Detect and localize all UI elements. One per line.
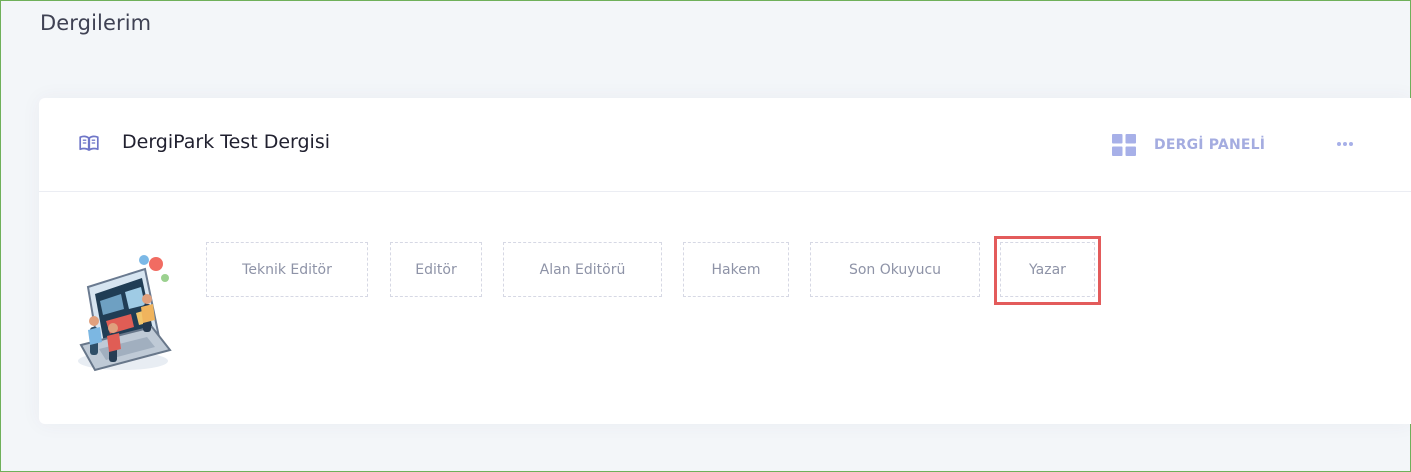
journal-panel-label: DERGİ PANELİ	[1154, 137, 1266, 153]
page-title: Dergilerim	[40, 11, 152, 35]
more-options-button[interactable]	[1325, 128, 1365, 160]
role-reviewer[interactable]: Hakem	[683, 242, 789, 297]
role-author[interactable]: Yazar	[1000, 242, 1095, 297]
journal-card: DergiPark Test Dergisi DERGİ PANELİ Tekn…	[39, 98, 1411, 424]
role-field-editor[interactable]: Alan Editörü	[503, 242, 662, 297]
journal-card-header: DergiPark Test Dergisi DERGİ PANELİ	[39, 98, 1411, 192]
grid-icon	[1112, 134, 1136, 156]
role-editor[interactable]: Editör	[390, 242, 482, 297]
role-technical-editor[interactable]: Teknik Editör	[206, 242, 368, 297]
journal-panel-button[interactable]: DERGİ PANELİ	[1112, 131, 1265, 159]
journal-title[interactable]: DergiPark Test Dergisi	[122, 131, 330, 153]
role-final-reader[interactable]: Son Okuyucu	[810, 242, 980, 297]
my-journals-page: Dergilerim DergiPark Test Dergisi DERGİ	[0, 0, 1411, 472]
laptop-study-illustration	[78, 255, 172, 372]
book-icon	[79, 135, 99, 151]
more-horizontal-icon	[1337, 142, 1353, 146]
